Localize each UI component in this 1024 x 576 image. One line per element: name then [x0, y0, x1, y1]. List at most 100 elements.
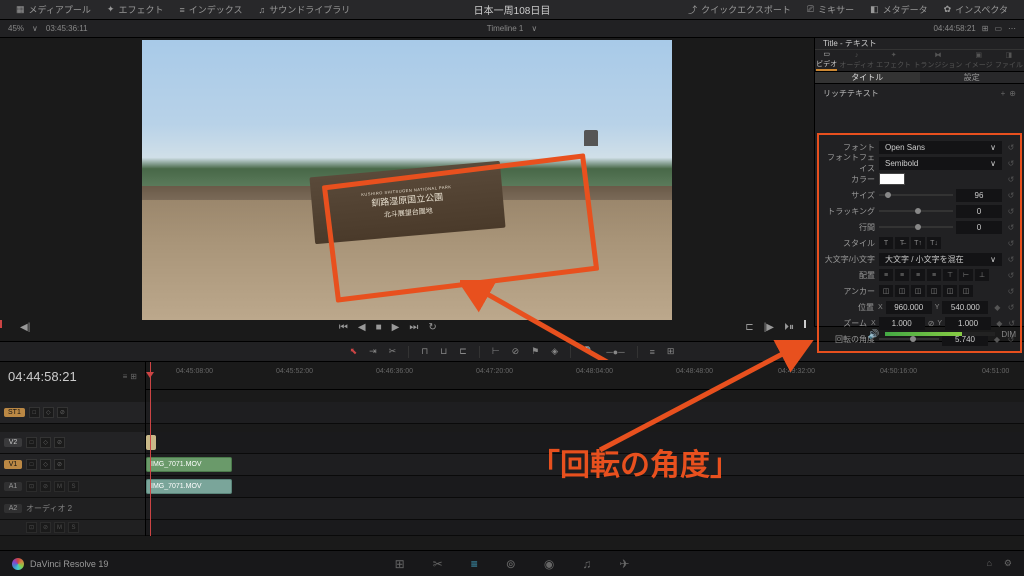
home-icon[interactable]: ⌂: [986, 558, 991, 569]
dim-button[interactable]: DIM: [1001, 330, 1016, 339]
align-justify[interactable]: ≡: [927, 269, 941, 281]
style-super[interactable]: T↑: [911, 237, 925, 249]
reset-icon[interactable]: ↺: [1006, 143, 1016, 152]
snap-icon[interactable]: ⊢: [492, 346, 500, 357]
view-opt-icon[interactable]: ⊞: [667, 346, 675, 357]
track-a2-sub[interactable]: [146, 520, 1024, 536]
size-input[interactable]: [956, 189, 1002, 202]
track-a2[interactable]: [146, 498, 1024, 520]
align-right[interactable]: ≡: [911, 269, 925, 281]
section-richtext[interactable]: リッチテキスト +⊕: [815, 84, 1024, 103]
page-media-icon[interactable]: ⊞: [395, 557, 405, 571]
reset-icon[interactable]: ↺: [1006, 191, 1016, 200]
tc-opt-icon[interactable]: ≡: [123, 372, 128, 381]
play-icon[interactable]: ▶: [392, 322, 400, 333]
linesp-slider[interactable]: [879, 226, 953, 228]
fontface-select[interactable]: Semibold∨: [879, 157, 1002, 170]
anchor-5[interactable]: ◫: [943, 285, 957, 297]
style-strike[interactable]: T̶: [895, 237, 909, 249]
font-select[interactable]: Open Sans∨: [879, 141, 1002, 154]
subtab-title[interactable]: タイトル: [815, 72, 920, 83]
first-icon[interactable]: ⏮: [339, 322, 348, 333]
speaker-icon[interactable]: 🔊: [868, 329, 879, 340]
view-opt-icon[interactable]: ≡: [650, 347, 655, 357]
video-clip[interactable]: IMG_7071.MOV: [146, 457, 232, 472]
tracking-input[interactable]: [956, 205, 1002, 218]
index-button[interactable]: ≡インデックス: [171, 3, 250, 16]
video-preview[interactable]: KUSHIRO SHITSUGEN NATIONAL PARK 釧路湿原国立公園…: [142, 40, 672, 320]
replace-icon[interactable]: ⊏: [459, 346, 467, 357]
trim-tool-icon[interactable]: ⇥: [369, 346, 377, 357]
settings-icon[interactable]: ⚙: [1004, 558, 1012, 569]
position-x-input[interactable]: [886, 301, 932, 314]
selection-tool-icon[interactable]: ⬉: [350, 346, 358, 357]
tab-transition[interactable]: ⧓トランジション: [913, 51, 962, 70]
align-center[interactable]: ≡: [895, 269, 909, 281]
align-left[interactable]: ≡: [879, 269, 893, 281]
volume-slider[interactable]: [885, 332, 995, 336]
reset-icon[interactable]: ↺: [1006, 159, 1016, 168]
markin-icon[interactable]: ◀|: [20, 322, 30, 333]
color-swatch[interactable]: [879, 173, 905, 185]
reset-icon[interactable]: ⊕: [1009, 89, 1016, 98]
anchor-1[interactable]: ◫: [879, 285, 893, 297]
style-sub[interactable]: T↓: [927, 237, 941, 249]
tab-file[interactable]: ◨ファイル: [995, 51, 1023, 70]
page-fairlight-icon[interactable]: ♫: [582, 557, 591, 571]
track-header-a2[interactable]: A2 オーディオ 2: [0, 498, 145, 520]
track-v2[interactable]: [146, 432, 1024, 454]
page-edit-icon[interactable]: ≡: [471, 557, 478, 571]
viewer-opt-icon[interactable]: ⊞: [982, 24, 989, 33]
anchor-6[interactable]: ◫: [959, 285, 973, 297]
keyframe-icon[interactable]: ◆: [992, 303, 1002, 312]
soundlib-button[interactable]: ♫サウンドライブラリ: [250, 3, 358, 16]
size-slider[interactable]: [879, 194, 953, 196]
track-header-a2-sub[interactable]: ⊡⊘MS: [0, 520, 145, 536]
metadata-button[interactable]: ◧メタデータ: [862, 3, 936, 16]
page-cut-icon[interactable]: ✂: [433, 557, 443, 571]
track-header-v1[interactable]: V1 □◇⊘: [0, 454, 145, 476]
markout-icon[interactable]: |▶: [764, 322, 774, 333]
marker-icon[interactable]: ◈: [551, 346, 558, 357]
stop-icon[interactable]: ■: [376, 322, 382, 333]
blade-tool-icon[interactable]: ✂: [389, 346, 397, 357]
page-deliver-icon[interactable]: ✈: [619, 557, 629, 571]
effects-button[interactable]: ✦エフェクト: [99, 3, 172, 16]
zoom-y-input[interactable]: [945, 317, 991, 330]
keyframe-icon[interactable]: ◆: [995, 319, 1003, 328]
add-icon[interactable]: +: [1001, 89, 1006, 98]
page-color-icon[interactable]: ◉: [544, 557, 554, 571]
tab-video[interactable]: ▭ビデオ: [816, 50, 837, 71]
tc-opt-icon[interactable]: ⊞: [130, 372, 137, 381]
track-header-st1[interactable]: ST1 □◇⊘: [0, 402, 145, 424]
playhead[interactable]: [150, 362, 151, 536]
timeline-ruler[interactable]: 04:45:08:00 04:45:52:00 04:46:36:00 04:4…: [146, 362, 1024, 390]
link-icon[interactable]: ⊘: [928, 319, 935, 328]
anchor-4[interactable]: ◫: [927, 285, 941, 297]
track-header-a1[interactable]: A1 ⊡⊘MS: [0, 476, 145, 498]
timeline-timecode[interactable]: 04:44:58:21: [8, 369, 77, 384]
valign-mid[interactable]: ⊢: [959, 269, 973, 281]
zoom-slider-icon[interactable]: ─●─: [606, 347, 624, 357]
tab-audio[interactable]: ♪オーディオ: [839, 52, 874, 70]
jog-icon[interactable]: ⏵⏸: [784, 322, 794, 333]
valign-top[interactable]: ⊤: [943, 269, 957, 281]
viewer-menu-icon[interactable]: ⋯: [1008, 24, 1016, 33]
inspector-button[interactable]: ✿インスペクタ: [936, 3, 1016, 16]
linesp-input[interactable]: [956, 221, 1002, 234]
track-v1[interactable]: IMG_7071.MOV: [146, 454, 1024, 476]
case-select[interactable]: 大文字 / 小文字を混在∨: [879, 253, 1002, 266]
zoom-x-input[interactable]: [879, 317, 925, 330]
loop-icon[interactable]: ↻: [428, 322, 436, 333]
mediapool-button[interactable]: ▦メディアプール: [8, 3, 99, 16]
prev-icon[interactable]: ◀: [358, 322, 366, 333]
overwrite-icon[interactable]: ⊔: [440, 346, 447, 357]
timeline-name[interactable]: Timeline 1: [487, 24, 524, 33]
anchor-2[interactable]: ◫: [895, 285, 909, 297]
viewer-opt-icon[interactable]: ▭: [994, 24, 1002, 33]
reset-icon[interactable]: ↺: [1006, 207, 1016, 216]
rotation-slider[interactable]: [879, 338, 939, 340]
position-y-input[interactable]: [942, 301, 988, 314]
tracking-slider[interactable]: [879, 210, 953, 212]
link-icon[interactable]: ⊘: [512, 346, 520, 357]
